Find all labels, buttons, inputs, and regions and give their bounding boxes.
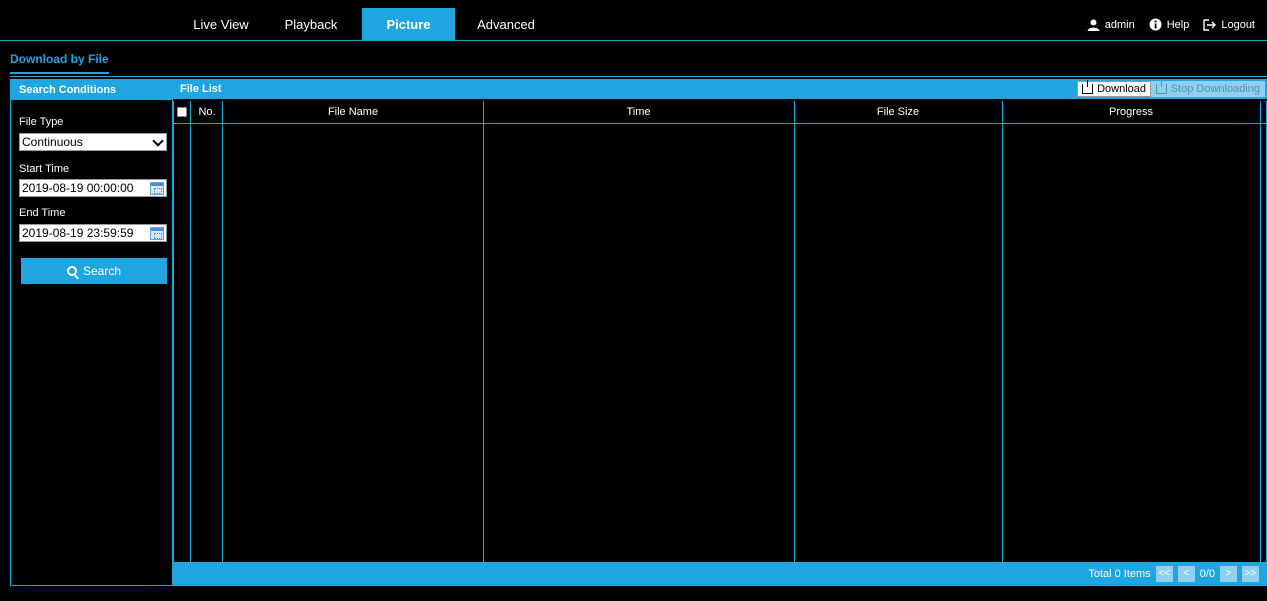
total-items-label: Total 0 Items — [1088, 568, 1151, 580]
tab-live-view[interactable]: Live View — [176, 8, 266, 41]
column-divider — [483, 101, 484, 562]
calendar-icon[interactable] — [150, 227, 164, 240]
page-indicator: 0/0 — [1199, 568, 1215, 580]
logout-link[interactable]: Logout — [1203, 19, 1255, 31]
select-all-checkbox[interactable] — [177, 107, 187, 117]
pagination-bar: Total 0 Items << < 0/0 > >> — [173, 562, 1267, 586]
column-header-time[interactable]: Time — [483, 101, 794, 124]
tab-picture[interactable]: Picture — [362, 8, 455, 41]
start-time-label: Start Time — [19, 163, 70, 175]
file-list-header: File List Download Stop Downloading — [173, 79, 1267, 99]
last-page-button[interactable]: >> — [1242, 566, 1259, 582]
prev-page-button[interactable]: < — [1177, 566, 1195, 582]
column-divider — [1002, 101, 1003, 562]
file-type-value: Continuous — [22, 135, 83, 149]
file-type-label: File Type — [19, 116, 64, 128]
info-icon — [1149, 18, 1162, 31]
table-header: No. File Name Time File Size Progress — [174, 101, 1266, 124]
next-page-button[interactable]: > — [1220, 566, 1237, 582]
first-page-button[interactable]: << — [1155, 566, 1173, 582]
stop-downloading-label: Stop Downloading — [1170, 83, 1260, 95]
end-time-value: 2019-08-19 23:59:59 — [22, 226, 134, 240]
stop-download-icon — [1155, 80, 1167, 94]
username-label: admin — [1104, 18, 1135, 31]
search-conditions-panel: Search Conditions File Type Continuous S… — [10, 79, 173, 586]
pager: Total 0 Items << < 0/0 > >> — [1088, 565, 1259, 583]
user-icon — [1087, 19, 1100, 31]
logout-label: Logout — [1221, 18, 1255, 31]
calendar-icon[interactable] — [150, 182, 164, 195]
search-button-label: Search — [82, 264, 122, 278]
tab-download-by-file[interactable]: Download by File — [10, 48, 109, 74]
column-divider — [190, 101, 191, 562]
download-label: Download — [1097, 83, 1146, 95]
column-header-file-size[interactable]: File Size — [794, 101, 1002, 124]
column-divider — [794, 101, 795, 562]
file-type-select[interactable]: Continuous — [19, 133, 167, 151]
search-button[interactable]: Search — [21, 258, 167, 284]
chevron-down-icon — [152, 135, 164, 147]
column-header-file-name[interactable]: File Name — [223, 101, 483, 124]
start-time-input[interactable]: 2019-08-19 00:00:00 — [19, 179, 167, 197]
end-time-input[interactable]: 2019-08-19 23:59:59 — [19, 224, 167, 242]
download-button[interactable]: Download — [1077, 80, 1151, 97]
start-time-value: 2019-08-19 00:00:00 — [22, 181, 134, 195]
logout-icon — [1203, 18, 1217, 31]
column-header-progress[interactable]: Progress — [1002, 101, 1260, 124]
search-conditions-title: Search Conditions — [11, 80, 172, 100]
stop-downloading-button[interactable]: Stop Downloading — [1150, 80, 1265, 97]
column-divider — [222, 101, 223, 562]
search-icon — [66, 266, 77, 276]
download-icon — [1082, 80, 1094, 94]
file-list-title: File List — [180, 83, 222, 95]
tab-advanced[interactable]: Advanced — [459, 8, 553, 41]
top-right-toolbar: admin Help Logout — [1087, 8, 1255, 41]
user-menu[interactable]: admin — [1087, 19, 1135, 31]
file-list-panel: File List Download Stop Downloading No. … — [173, 79, 1267, 586]
sub-nav-divider — [10, 76, 1267, 77]
column-header-no[interactable]: No. — [191, 101, 223, 124]
sub-nav: Download by File — [10, 48, 109, 76]
file-table: No. File Name Time File Size Progress — [173, 101, 1267, 562]
help-link[interactable]: Help — [1149, 18, 1190, 31]
top-nav-bar: Live View Playback Picture Advanced admi… — [0, 8, 1267, 41]
end-time-label: End Time — [19, 207, 66, 219]
help-label: Help — [1166, 18, 1190, 31]
column-divider — [1260, 101, 1261, 562]
tab-playback[interactable]: Playback — [266, 8, 356, 41]
